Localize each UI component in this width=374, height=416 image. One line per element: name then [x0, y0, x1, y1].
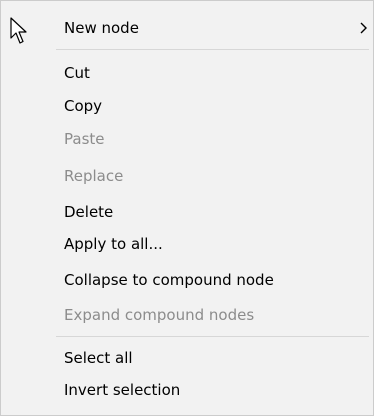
menu-item-label: Replace	[64, 167, 124, 185]
menu-item-label: New node	[64, 19, 139, 37]
menu-item-label: Invert selection	[64, 381, 181, 399]
menu-item-collapse-to-compound-node[interactable]: Collapse to compound node	[1, 263, 373, 297]
menu-item-label: Paste	[64, 130, 105, 148]
menu-item-expand-compound-nodes[interactable]: Expand compound nodes	[1, 298, 373, 332]
menu-separator	[56, 336, 369, 337]
menu-item-apply-to-all[interactable]: Apply to all...	[1, 227, 373, 261]
menu-item-label: Copy	[64, 97, 103, 115]
context-menu: New node Cut Copy Paste Replace Delete A…	[0, 0, 374, 416]
menu-item-label: Delete	[64, 203, 114, 221]
chevron-right-icon	[360, 22, 367, 34]
menu-item-label: Expand compound nodes	[64, 306, 255, 324]
menu-item-label: Select all	[64, 349, 133, 367]
menu-item-label: Cut	[64, 64, 90, 82]
menu-item-select-all[interactable]: Select all	[1, 341, 373, 375]
menu-item-replace[interactable]: Replace	[1, 159, 373, 193]
menu-separator	[56, 49, 369, 50]
menu-item-label: Collapse to compound node	[64, 271, 274, 289]
menu-item-copy[interactable]: Copy	[1, 89, 373, 123]
menu-item-invert-selection[interactable]: Invert selection	[1, 373, 373, 407]
menu-item-new-node[interactable]: New node	[1, 11, 373, 45]
menu-item-cut[interactable]: Cut	[1, 56, 373, 90]
menu-item-label: Apply to all...	[64, 235, 163, 253]
menu-item-delete[interactable]: Delete	[1, 195, 373, 229]
menu-item-paste[interactable]: Paste	[1, 122, 373, 156]
